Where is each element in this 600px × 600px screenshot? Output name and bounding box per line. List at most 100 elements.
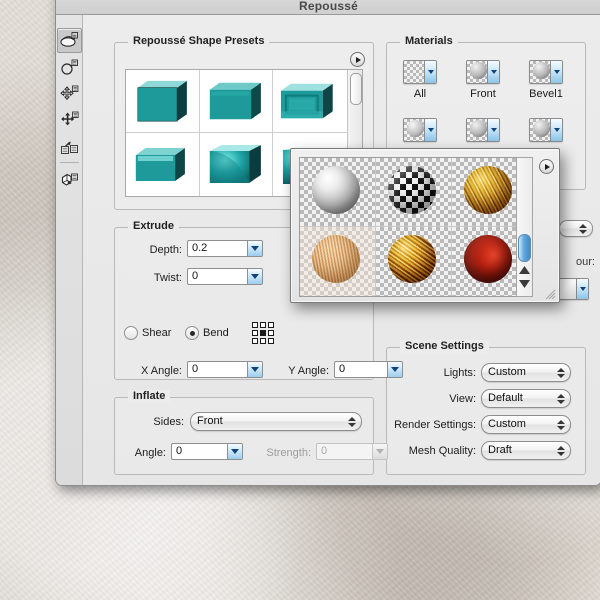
preset-inflate-round[interactable] [200, 133, 274, 196]
material-picker-scroll-thumb[interactable] [518, 234, 531, 262]
dialog-titlebar[interactable]: Repoussé [56, 0, 600, 15]
preset-bevel-ridge[interactable] [126, 133, 200, 196]
occluded-stepper-arrows[interactable] [575, 221, 590, 236]
material-label-front: Front [453, 88, 513, 100]
anchor-cell-5[interactable] [268, 330, 274, 336]
roll-3d-icon [60, 58, 79, 77]
scroll-down-arrow-icon[interactable] [519, 280, 530, 288]
sides-combo[interactable]: Front [190, 412, 362, 431]
depth-field[interactable]: 0.2 [187, 240, 263, 257]
angle-label: Angle: [114, 447, 166, 459]
dialog-title: Repoussé [299, 0, 358, 14]
anchor-cell-1[interactable] [260, 322, 266, 328]
material-swatch-front[interactable] [466, 60, 500, 84]
resize-grip-icon[interactable] [542, 286, 556, 300]
material-swatch-bevel1-dropdown[interactable] [550, 61, 562, 83]
rotate-3d-tool-button[interactable] [57, 28, 82, 53]
anchor-cell-7[interactable] [260, 338, 266, 344]
drag-3d-tool-button[interactable] [58, 82, 81, 105]
twist-dropdown-button[interactable] [247, 269, 262, 284]
picker-material-cork[interactable] [376, 227, 452, 296]
tool-separator [60, 162, 79, 163]
lights-combo[interactable]: Custom [481, 363, 571, 382]
drag-3d-icon [60, 84, 79, 103]
occluded-stepper[interactable] [559, 220, 593, 237]
shape-presets-title: Repoussé Shape Presets [128, 35, 269, 48]
inflate-title: Inflate [128, 390, 170, 403]
mesh-quality-stepper[interactable] [553, 442, 568, 459]
anchor-cell-4[interactable] [260, 330, 266, 336]
picker-material-checker[interactable] [376, 158, 452, 227]
preset-bevel-ridge-thumb [126, 133, 199, 196]
depth-label: Depth: [122, 244, 182, 256]
anchor-cell-6[interactable] [252, 338, 258, 344]
x-angle-value: 0 [188, 362, 247, 377]
strength-field: 0 [316, 443, 388, 460]
material-swatch-front-dropdown[interactable] [487, 61, 499, 83]
anchor-grid[interactable] [252, 322, 274, 344]
anchor-cell-2[interactable] [268, 322, 274, 328]
bend-radio-label: Bend [203, 327, 229, 339]
slide-3d-tool-button[interactable] [58, 108, 81, 131]
material-label-all: All [390, 88, 450, 100]
material-thumb-6 [530, 119, 550, 141]
material-picker-scrollbar[interactable] [516, 157, 533, 297]
shape-presets-scroll-thumb[interactable] [350, 73, 362, 105]
lights-value: Custom [482, 364, 553, 381]
preset-bevel-inset-thumb [273, 70, 347, 132]
sides-label: Sides: [124, 416, 184, 428]
depth-value: 0.2 [188, 241, 247, 256]
material-swatch-all-dropdown[interactable] [424, 61, 436, 83]
scroll-up-arrow-icon[interactable] [519, 266, 530, 274]
roll-3d-tool-button[interactable] [58, 56, 81, 79]
material-thumb-4 [404, 119, 424, 141]
scale-3d-tool-button[interactable] [58, 134, 81, 157]
render-settings-value: Custom [482, 416, 553, 433]
angle-field[interactable]: 0 [171, 443, 243, 460]
shear-radio-label: Shear [142, 327, 171, 339]
x-angle-field[interactable]: 0 [187, 361, 263, 378]
angle-dropdown-button[interactable] [227, 444, 242, 459]
picker-material-white-glossy[interactable] [300, 158, 376, 227]
anchor-cell-8[interactable] [268, 338, 274, 344]
materials-title: Materials [400, 35, 458, 48]
picker-material-sand[interactable] [300, 227, 376, 296]
strength-label: Strength: [247, 447, 311, 459]
material-picker-menu-button[interactable] [539, 159, 554, 174]
mesh-quality-combo[interactable]: Draft [481, 441, 571, 460]
sides-value: Front [191, 413, 344, 430]
twist-field[interactable]: 0 [187, 268, 263, 285]
material-swatch-6-dropdown[interactable] [550, 119, 562, 141]
y-angle-label: Y Angle: [262, 365, 329, 377]
material-swatch-5[interactable] [466, 118, 500, 142]
preset-bevel-inset[interactable] [273, 70, 347, 133]
view-stepper[interactable] [553, 390, 568, 407]
bend-radio[interactable]: Bend [185, 326, 229, 340]
lights-stepper[interactable] [553, 364, 568, 381]
material-swatch-4-dropdown[interactable] [424, 119, 436, 141]
inflate-group: Inflate Sides: Front Angle: 0 Strength: … [114, 390, 374, 475]
material-swatch-bevel1[interactable] [529, 60, 563, 84]
render-settings-stepper[interactable] [553, 416, 568, 433]
material-swatch-4[interactable] [403, 118, 437, 142]
anchor-cell-3[interactable] [252, 330, 258, 336]
preset-bevel-flat[interactable] [200, 70, 274, 133]
x-angle-dropdown-button[interactable] [247, 362, 262, 377]
scale-3d-icon [60, 136, 79, 155]
preset-bevel-none[interactable] [126, 70, 200, 133]
view-combo[interactable]: Default [481, 389, 571, 408]
depth-dropdown-button[interactable] [247, 241, 262, 256]
y-angle-value: 0 [335, 362, 387, 377]
occluded-color-swatch[interactable] [559, 278, 589, 300]
anchor-cell-0[interactable] [252, 322, 258, 328]
material-swatch-all[interactable] [403, 60, 437, 84]
render-settings-combo[interactable]: Custom [481, 415, 571, 434]
shear-radio[interactable]: Shear [124, 326, 171, 340]
shape-presets-menu-button[interactable] [350, 52, 365, 67]
material-swatch-5-dropdown[interactable] [487, 119, 499, 141]
material-thumb-checker [404, 61, 424, 83]
material-swatch-6[interactable] [529, 118, 563, 142]
sides-stepper[interactable] [344, 413, 359, 430]
material-picker-popup[interactable] [290, 148, 560, 303]
mesh-3d-tool-button[interactable] [58, 169, 81, 192]
